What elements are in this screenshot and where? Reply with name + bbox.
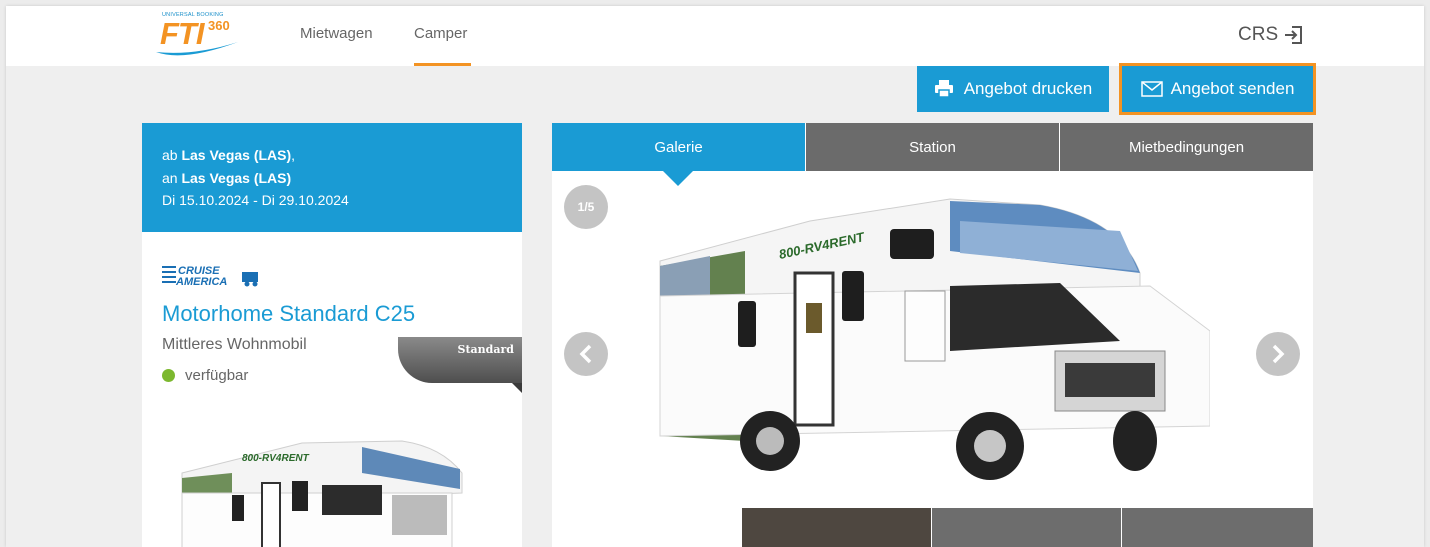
thumbnail-strip [552, 508, 1313, 547]
pickup-line: ab Las Vegas (LAS), [162, 147, 296, 163]
chevron-left-icon [579, 344, 592, 364]
dropoff-prefix: an [162, 169, 178, 186]
print-offer-label: Angebot drucken [963, 79, 1093, 98]
logo-swoosh-icon [156, 42, 238, 56]
pickup-location: Las Vegas (LAS) [181, 147, 292, 163]
tab-galerie[interactable]: Galerie [552, 123, 805, 171]
dropoff-location: Las Vegas (LAS) [181, 169, 292, 186]
top-navigation-bar: UNIVERSAL BOOKING FTI 360 Mietwagen Camp… [6, 6, 1424, 66]
send-offer-button[interactable]: Angebot senden [1119, 63, 1316, 115]
availability-dot-icon [162, 369, 175, 382]
cruise-america-logo: CRUISE AMERICA [162, 265, 258, 288]
logo-number: 360 [208, 18, 230, 33]
vehicle-summary-card: ab Las Vegas (LAS), an Las Vegas (LAS) D… [142, 123, 522, 547]
crs-label: CRS [1238, 24, 1279, 45]
next-image-button[interactable] [1256, 332, 1300, 376]
envelope-icon [1140, 81, 1163, 97]
rental-dates: Di 15.10.2024 - Di 29.10.2024 [162, 192, 349, 208]
standard-badge-label: Standard [457, 343, 514, 356]
thumbnail-2[interactable] [742, 508, 931, 547]
pickup-prefix: ab [162, 147, 178, 163]
sign-in-icon [1285, 26, 1303, 44]
tab-station[interactable]: Station [805, 123, 1059, 171]
gallery-panel: Galerie Station Mietbedingungen 1/5 800-… [552, 123, 1313, 547]
nav-mietwagen[interactable]: Mietwagen [300, 25, 373, 42]
dropoff-line: an Las Vegas (LAS) [162, 167, 522, 190]
tab-mietbedingungen[interactable]: Mietbedingungen [1059, 123, 1313, 171]
svg-text:AMERICA: AMERICA [175, 276, 227, 288]
thumbnail-1[interactable] [552, 508, 742, 547]
fti360-logo[interactable]: UNIVERSAL BOOKING FTI 360 [154, 10, 244, 62]
printer-icon [934, 80, 953, 98]
gallery-tabs: Galerie Station Mietbedingungen [552, 123, 1313, 171]
active-tab-indicator [414, 63, 471, 66]
vehicle-model-title[interactable]: Motorhome Standard C25 [162, 301, 415, 327]
previous-image-button[interactable] [564, 332, 608, 376]
print-offer-button[interactable]: Angebot drucken [917, 66, 1109, 112]
crs-login-link[interactable]: CRS [1238, 24, 1303, 46]
thumbnail-4[interactable] [1122, 508, 1313, 547]
image-counter: 1/5 [564, 185, 608, 229]
thumbnail-3[interactable] [932, 508, 1121, 547]
chevron-right-icon [1272, 344, 1285, 364]
availability-status: verfügbar [162, 367, 248, 384]
route-info: ab Las Vegas (LAS), an Las Vegas (LAS) D… [142, 123, 522, 232]
active-tab-pointer [663, 171, 693, 186]
nav-camper[interactable]: Camper [414, 25, 467, 42]
app-frame: UNIVERSAL BOOKING FTI 360 Mietwagen Camp… [6, 6, 1424, 547]
svg-text:800-RV4RENT: 800-RV4RENT [242, 453, 310, 464]
send-offer-label: Angebot senden [1170, 79, 1295, 98]
standard-badge: Standard [398, 337, 522, 393]
vehicle-thumbnail-image[interactable]: 800-RV4RENT [172, 433, 472, 547]
vehicle-category: Mittleres Wohnmobil [162, 336, 307, 353]
availability-label: verfügbar [185, 367, 249, 384]
main-vehicle-image: 800-RV4RENT [659, 198, 1210, 480]
